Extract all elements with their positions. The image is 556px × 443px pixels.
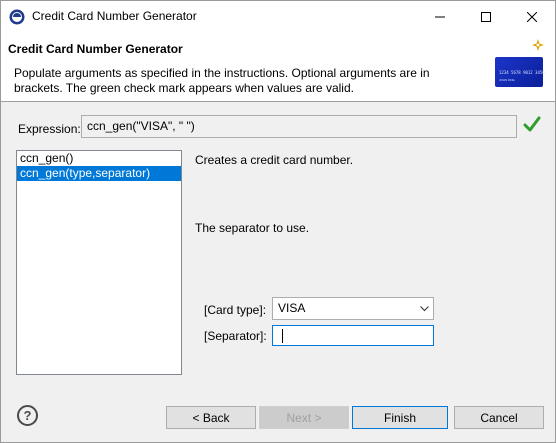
help-sparkle-icon[interactable]: [532, 39, 544, 51]
help-button[interactable]: ?: [17, 405, 38, 426]
credit-card-image: 1234 5678 9012 3456 JOHN DOE: [495, 57, 545, 87]
close-icon: [527, 11, 537, 22]
card-type-label: [Card type]:: [204, 303, 267, 317]
finish-button[interactable]: Finish: [352, 406, 448, 429]
chevron-down-icon: [420, 306, 429, 312]
card-type-value: VISA: [278, 301, 306, 315]
separator-label: [Separator]:: [204, 329, 267, 343]
expression-field: ccn_gen("VISA", " "): [81, 115, 517, 138]
card-type-select[interactable]: VISA: [272, 297, 434, 320]
card-name-text: JOHN DOE: [499, 78, 515, 82]
text-caret: [282, 329, 283, 343]
close-button[interactable]: [509, 1, 555, 32]
banner-title: Credit Card Number Generator: [8, 42, 183, 56]
title-bar: Credit Card Number Generator: [1, 1, 555, 32]
dialog-window: Credit Card Number Generator Credit Card…: [0, 0, 556, 443]
function-list[interactable]: ccn_gen() ccn_gen(type,separator): [16, 150, 182, 375]
next-button[interactable]: Next >: [259, 406, 349, 429]
expression-label: Expression:: [18, 122, 81, 136]
valid-check-icon: [523, 116, 541, 132]
function-item-ccn-gen-type-separator[interactable]: ccn_gen(type,separator): [17, 166, 181, 181]
minimize-button[interactable]: [417, 1, 463, 32]
function-description: Creates a credit card number.: [195, 153, 354, 167]
window-title: Credit Card Number Generator: [32, 9, 197, 23]
back-button[interactable]: < Back: [166, 406, 256, 429]
cancel-button[interactable]: Cancel: [454, 406, 544, 429]
card-number-text: 1234 5678 9012 3456: [499, 70, 545, 75]
argument-description: The separator to use.: [195, 221, 310, 235]
app-icon: [9, 9, 25, 25]
maximize-button[interactable]: [463, 1, 509, 32]
minimize-icon: [435, 16, 445, 17]
separator-input[interactable]: [272, 325, 434, 346]
wizard-banner: Credit Card Number Generator Populate ar…: [1, 32, 555, 102]
banner-description: Populate arguments as specified in the i…: [14, 66, 430, 95]
maximize-icon: [481, 11, 491, 22]
function-item-ccn-gen[interactable]: ccn_gen(): [17, 151, 181, 166]
